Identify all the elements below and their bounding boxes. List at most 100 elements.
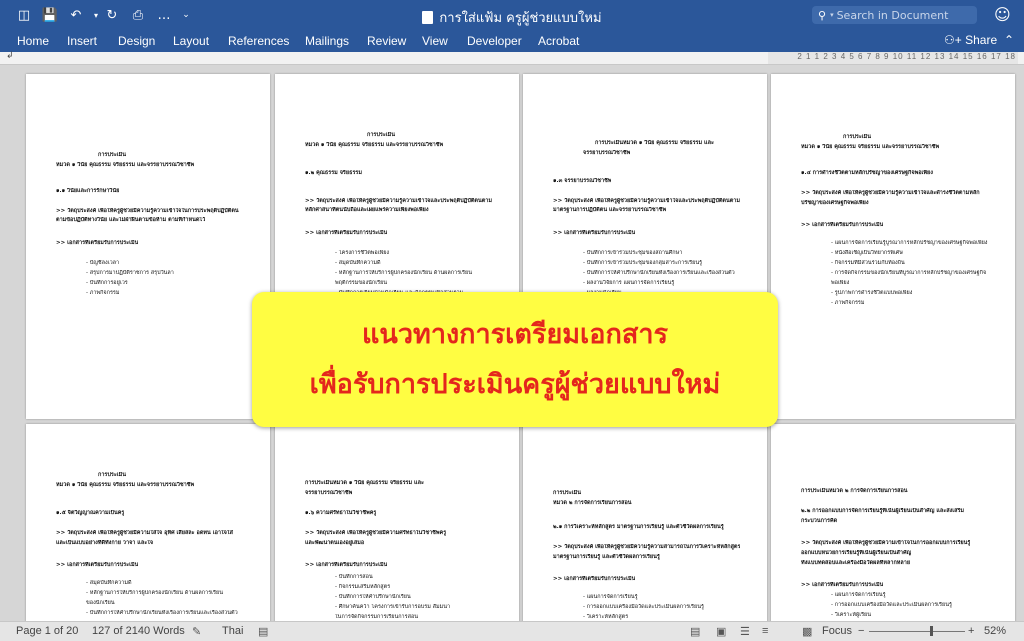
- page-text-line: ตามข้อปฏิบัติทางวินัย และไม่ฝ่าฝืนตามข้อ…: [56, 217, 206, 223]
- focus-button[interactable]: Focus: [822, 625, 852, 637]
- page-text-line: หมวด ๑ วินัย คุณธรรม จริยธรรม และจรรยาบร…: [56, 482, 195, 488]
- tab-stop-icon[interactable]: ↲: [6, 51, 14, 61]
- page-text-line: >> เอกสารที่เตรียมรับการประเมิน: [305, 562, 388, 568]
- tab-review[interactable]: Review: [367, 34, 406, 48]
- page-text-line: >> เอกสารที่เตรียมรับการประเมิน: [305, 230, 388, 236]
- page-text-line: >> วัตถุประสงค์ เพื่อให้ครูผู้ช่วยมีความ…: [553, 544, 741, 550]
- page-text-line: - หนังสือเชิญเป็นวิทยากรพิเศษ: [831, 250, 903, 256]
- tab-acrobat[interactable]: Acrobat: [538, 34, 579, 48]
- page-text-line: ปรัชญาของเศรษฐกิจพอเพียง: [801, 200, 869, 206]
- page-text-line: - ผลงานวิจัยการ แผนการจัดการเรียนรู้: [583, 280, 675, 286]
- document-title-text: การใส่แฟ้ม ครูผู้ช่วยแบบใหม่: [439, 11, 602, 26]
- page-text-line: - บันทึกการสอน: [335, 574, 373, 580]
- page-text-line: ๑.๖ ความศรัทธาในวิชาชีพครู: [305, 510, 377, 516]
- page-text-line: ของนักเรียน: [86, 600, 115, 606]
- ruler-numbers: 2 1 1 2 3 4 5 6 7 8 9 10 11 12 13 14 15 …: [768, 52, 1018, 64]
- page-text-line: ๒.๒ การออกแบบการจัดการเรียนรู้ที่เน้นผู้…: [801, 508, 965, 514]
- page-text-line: - สมุดบันทึกความดี: [86, 580, 132, 586]
- title-bar: ◫ 💾 ↶ ▾ ↻ ⎙ … ⌄ การใส่แฟ้ม ครูผู้ช่วยแบบ…: [0, 0, 1024, 30]
- tab-developer[interactable]: Developer: [467, 34, 522, 48]
- tab-view[interactable]: View: [422, 34, 448, 48]
- page-text-line: ๑.๒ คุณธรรม จริยธรรม: [305, 170, 362, 176]
- document-page[interactable]: การประเมินหมวด ๑ วินัย คุณธรรม จริยธรรม …: [275, 424, 519, 621]
- page-text-line: ๑.๓ จรรยาบรรณวิชาชีพ: [553, 178, 612, 184]
- page-text-line: - กิจกรรมที่มีส่วนร่วมกับท้องถิ่น: [831, 260, 905, 266]
- print-layout-icon[interactable]: ▤: [690, 625, 700, 638]
- page-text-line: >> เอกสารที่เตรียมรับการประเมิน: [801, 222, 884, 228]
- page-text-line: - โครงการชีวิตพอเพียง: [335, 250, 390, 256]
- page-text-line: หลักศาสนาที่ตนนับถือและเผยแพร่ความเพียงพ…: [305, 207, 429, 213]
- page-text-line: การประเมินหมวด ๑ วินัย คุณธรรม จริยธรรม …: [305, 480, 424, 486]
- outline-view-icon[interactable]: ☰: [740, 625, 750, 638]
- banner-line-1: แนวทางการเตรียมเอกสาร: [362, 319, 668, 350]
- page-text-line: >> เอกสารที่เตรียมรับการประเมิน: [56, 562, 139, 568]
- document-page[interactable]: การประเมินหมวด ๑ วินัย คุณธรรม จริยธรรม …: [26, 74, 270, 419]
- tab-insert[interactable]: Insert: [67, 34, 97, 48]
- page-text-line: การประเมินหมวด ๑ วินัย คุณธรรม จริยธรรม …: [595, 140, 714, 146]
- page-text-line: - บัญชีลงเวลา: [86, 260, 120, 266]
- page-text-line: - บันทึกการเข้าร่วมประชุมของกลุ่มสาระการ…: [583, 260, 703, 266]
- share-button[interactable]: ⚇+ Share: [944, 33, 997, 47]
- page-text-line: >> เอกสารที่เตรียมรับการประเมิน: [553, 230, 636, 236]
- document-page[interactable]: การประเมิน หมวด ๒ การจัดการเรียนการสอน ๒.๑…: [523, 424, 767, 621]
- document-icon: [422, 11, 434, 24]
- page-text-line: - แผนการจัดการเรียนรู้: [583, 594, 638, 600]
- page-text-line: และเป็นแบบอย่างที่ดีทั้งกาย วาจา และใจ: [56, 540, 154, 546]
- tab-layout[interactable]: Layout: [173, 34, 209, 48]
- tab-mailings[interactable]: Mailings: [305, 34, 349, 48]
- page-text-line: >> เอกสารที่เตรียมรับการประเมิน: [553, 576, 636, 582]
- zoom-out-button[interactable]: −: [858, 625, 864, 637]
- status-bar: Page 1 of 20 127 of 2140 Words ✎ Thai ▤ …: [0, 621, 1024, 641]
- language-status[interactable]: Thai: [222, 625, 243, 637]
- page-text-line: กระบวนการคิด: [801, 518, 838, 524]
- page-text-line: - บันทึกการให้คำปรึกษานักเรียน: [335, 594, 411, 600]
- page-text-line: - สรุปการมาปฏิบัติราชการ สรุปวันลา: [86, 270, 174, 276]
- page-count[interactable]: Page 1 of 20: [16, 625, 78, 637]
- page-text-line: การประเมิน: [367, 132, 396, 138]
- chevron-down-icon: ▾: [830, 11, 834, 19]
- page-text-line: จรรยาบรรณวิชาชีพ: [583, 150, 631, 156]
- tab-home[interactable]: Home: [17, 34, 49, 48]
- web-layout-icon[interactable]: ▣: [716, 625, 726, 638]
- title-banner: แนวทางการเตรียมเอกสาร เพื่อรับการประเมิน…: [252, 292, 778, 427]
- page-text-line: - รูปภาพการดำรงชีวิตแบบพอเพียง: [831, 290, 913, 296]
- page-text-line: >> วัตถุประสงค์ เพื่อให้ครูผู้ช่วยมีความ…: [56, 530, 233, 536]
- focus-icon[interactable]: ▩: [802, 625, 812, 638]
- page-text-line: >> วัตถุประสงค์ เพื่อให้ครูผู้ช่วยมีความ…: [56, 208, 239, 214]
- search-placeholder: Search in Document: [836, 8, 949, 22]
- tab-design[interactable]: Design: [118, 34, 155, 48]
- page-text-line: ๑.๔ การดำรงชีวิตตามหลักปรัชญาของเศรษฐกิจ…: [801, 170, 933, 176]
- zoom-slider-thumb[interactable]: [930, 626, 933, 636]
- tab-references[interactable]: References: [228, 34, 289, 48]
- search-icon: ⚲: [818, 8, 827, 22]
- page-text-line: - สมุดบันทึกความดี: [335, 260, 381, 266]
- page-text-line: - แผนการจัดการเรียนรู้บูรณาการหลักปรัชญา…: [831, 240, 988, 246]
- search-input[interactable]: ⚲ ▾ Search in Document: [812, 6, 977, 24]
- word-count[interactable]: 127 of 2140 Words: [92, 625, 185, 637]
- page-text-line: >> วัตถุประสงค์ เพื่อให้ครูผู้ช่วยมีความ…: [305, 198, 493, 204]
- page-text-line: - บันทึกการให้คำปรึกษานักเรียนทั้งเรื่อง…: [583, 270, 735, 276]
- zoom-level[interactable]: 52%: [984, 625, 1006, 637]
- page-text-line: การประเมินหมวด ๒ การจัดการเรียนการสอน: [801, 488, 908, 494]
- page-text-line: >> วัตถุประสงค์ เพื่อให้ครูผู้ช่วยมีความ…: [553, 198, 741, 204]
- page-text-line: - ภาพกิจกรรม: [86, 290, 120, 296]
- add-person-icon: ⚇+: [944, 33, 962, 47]
- proofing-icon[interactable]: ✎: [192, 625, 201, 638]
- page-text-line: ๑.๑ วินัยและการรักษาวินัย: [56, 188, 120, 194]
- ribbon-tabs: Home Insert Design Layout References Mai…: [0, 30, 1024, 52]
- draft-view-icon[interactable]: ≡: [762, 625, 768, 637]
- page-text-line: - หลักฐานการให้บริการผู้ปกครองนักเรียน ด…: [86, 590, 223, 596]
- document-page[interactable]: การประเมินหมวด ๑ วินัย คุณธรรม จริยธรรม …: [26, 424, 270, 621]
- feedback-smiley-icon[interactable]: ☺: [994, 5, 1011, 24]
- zoom-slider[interactable]: [869, 631, 965, 632]
- page-text-line: และพัฒนาตนเองอยู่เสมอ: [305, 540, 365, 546]
- page-text-line: - การออกแบบเครื่องมือวัดและประเมินผลการเ…: [583, 604, 704, 610]
- document-page[interactable]: การประเมินหมวด ๒ การจัดการเรียนการสอน๒.๒…: [771, 424, 1015, 621]
- page-text-line: หมวด ๑ วินัย คุณธรรม จริยธรรม และจรรยาบร…: [56, 162, 195, 168]
- document-page[interactable]: การประเมินหมวด ๑ วินัย คุณธรรม จริยธรรม …: [771, 74, 1015, 419]
- collapse-ribbon-icon[interactable]: ⌃: [1004, 33, 1014, 47]
- track-changes-icon[interactable]: ▤: [258, 625, 268, 638]
- page-text-line: - การจัดกิจกรรมของนักเรียนที่บูรณาการหลั…: [831, 270, 987, 276]
- zoom-in-button[interactable]: +: [968, 625, 974, 637]
- page-text-line: - กิจกรรมเสริมหลักสูตร: [335, 584, 391, 590]
